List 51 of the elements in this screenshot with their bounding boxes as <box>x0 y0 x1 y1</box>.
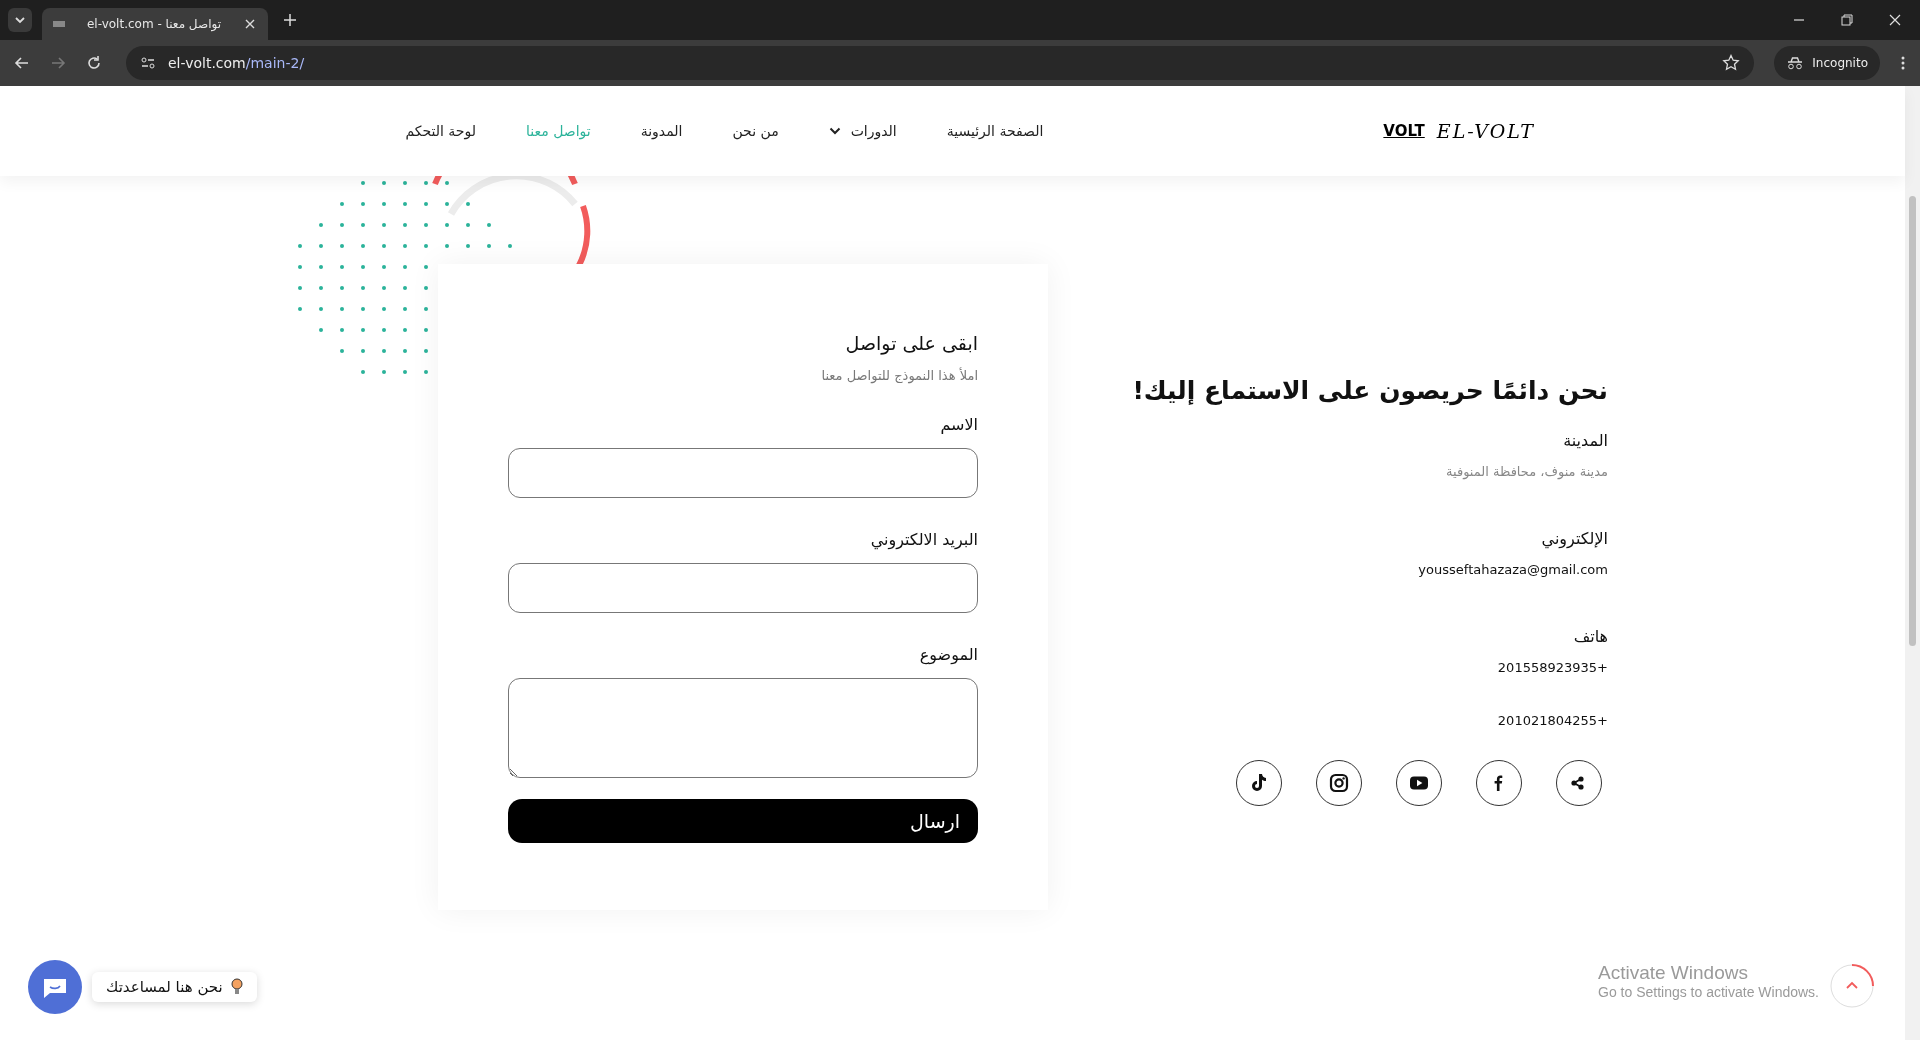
restore-icon[interactable] <box>1840 13 1854 27</box>
info-value: مدينة منوف، محافظة المنوفية <box>1445 464 1608 479</box>
new-tab-icon[interactable] <box>282 12 298 28</box>
info-value: 201021804255+ <box>1496 713 1608 728</box>
nav-link[interactable]: المدونة <box>640 123 683 139</box>
submit-button[interactable]: ارسال <box>508 799 978 843</box>
camera-icon <box>1329 773 1349 793</box>
browser-tab[interactable]: el-volt.com - تواصل معنا <box>42 8 268 40</box>
scroll-to-top-icon[interactable] <box>1830 964 1874 1008</box>
nav-link[interactable]: الدورات <box>828 123 897 139</box>
activation-text: Go to Settings to activate Windows. <box>1598 984 1819 1000</box>
site-info-icon <box>140 55 156 71</box>
message-field[interactable] <box>508 678 978 778</box>
form-title: ابقى على تواصل <box>844 332 978 354</box>
reload-icon[interactable] <box>86 55 102 71</box>
tab-list-icon[interactable] <box>8 8 32 32</box>
site-logo[interactable]: VOLT EL-VOLT <box>1383 120 1535 142</box>
nav-link[interactable]: لوحة التحكم <box>405 123 476 139</box>
incognito-button[interactable]: Incognito <box>1774 46 1880 80</box>
field-label: الاسم <box>939 415 978 434</box>
activation-title: Activate Windows <box>1598 962 1749 984</box>
address-bar[interactable]: el-volt.com/main-2/ <box>126 46 1755 80</box>
info-title: المدينة <box>1562 431 1608 450</box>
tab-title: el-volt.com - تواصل معنا <box>85 17 223 31</box>
scroll-thumb[interactable] <box>1909 196 1916 646</box>
field-label: الموضوع <box>918 645 978 664</box>
chevron-down-icon <box>828 127 841 135</box>
info-value: 201558923935+ <box>1496 660 1608 675</box>
info-value: yousseftahazaza@gmail.com <box>1417 562 1608 577</box>
field-label: البريد الالكتروني <box>869 530 978 549</box>
input-field[interactable] <box>508 448 978 498</box>
music-note-icon <box>1249 773 1269 793</box>
form-subtitle: املأ هذا النموذج للتواصل معنا <box>820 368 978 383</box>
lightbulb-icon <box>230 978 243 996</box>
close-icon[interactable] <box>1888 13 1902 27</box>
back-icon[interactable] <box>14 55 30 71</box>
chat-icon[interactable] <box>28 960 82 1014</box>
info-title: هاتف <box>1572 627 1608 646</box>
incognito-icon <box>1786 56 1805 70</box>
star-icon[interactable] <box>1722 54 1741 72</box>
menu-icon[interactable] <box>1900 55 1906 71</box>
chat-prompt[interactable]: نحن هنا لمساعدتك <box>92 972 257 1002</box>
forward-icon[interactable] <box>50 55 66 71</box>
url-text: el-volt.com/main-2/ <box>168 55 306 71</box>
input-field[interactable] <box>508 563 978 613</box>
contact-heading: نحن دائمًا حريصون على الاستماع إليك! <box>1131 376 1608 405</box>
favicon-icon <box>52 19 66 29</box>
nav-link[interactable]: من نحن <box>732 123 779 139</box>
scrollbar[interactable] <box>1905 86 1920 1040</box>
info-title: الإلكتروني <box>1540 529 1608 548</box>
nav-link[interactable]: الصفحة الرئيسية <box>946 123 1044 139</box>
